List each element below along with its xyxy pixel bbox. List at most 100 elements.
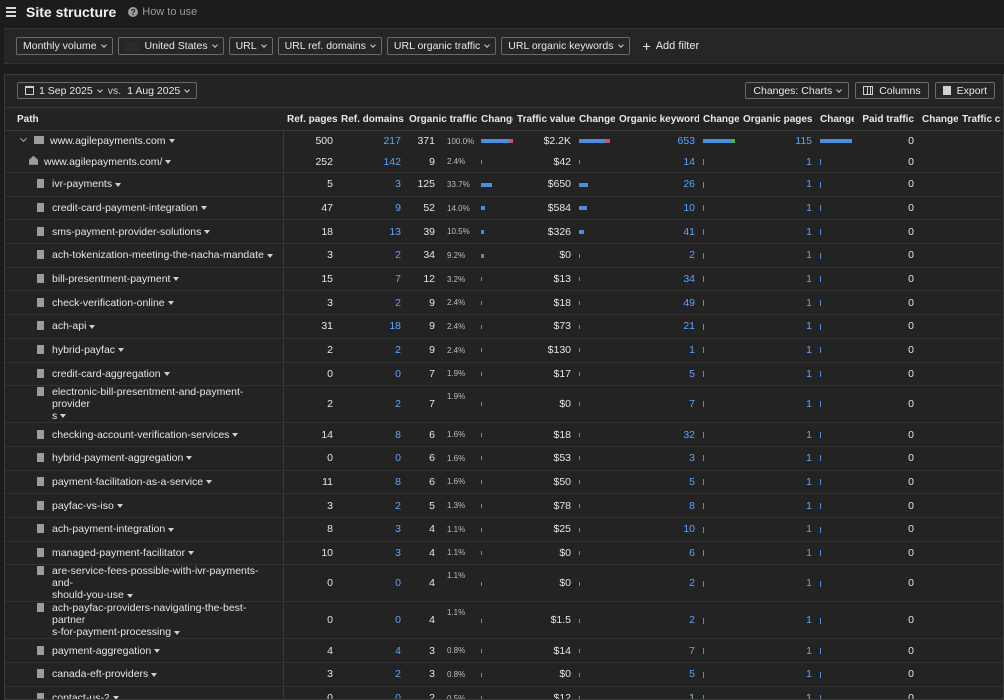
col-organic-keywords[interactable]: Organic keywords (615, 107, 700, 131)
organic-pages-cell[interactable]: 1 (739, 686, 817, 699)
organic-keywords-cell[interactable]: 5 (615, 362, 700, 387)
caret-down-icon[interactable] (118, 348, 125, 353)
organic-pages-cell[interactable]: 1 (739, 446, 817, 471)
ref-domains-cell[interactable]: 0 (337, 601, 405, 640)
organic-keywords-cell[interactable]: 7 (615, 385, 700, 424)
caret-down-icon[interactable] (112, 696, 119, 699)
col-organic-pages[interactable]: Organic pages (739, 107, 817, 131)
caret-down-icon[interactable] (232, 432, 239, 437)
caret-down-icon[interactable] (204, 229, 211, 234)
organic-keywords-cell[interactable]: 32 (615, 422, 700, 447)
caret-down-icon[interactable] (165, 159, 172, 164)
filter-url[interactable]: URL (228, 37, 273, 55)
organic-keywords-cell[interactable]: 5 (615, 470, 700, 495)
caret-down-icon[interactable] (60, 414, 67, 419)
caret-down-icon[interactable] (174, 630, 181, 635)
filter-country[interactable]: United States (117, 37, 224, 55)
caret-down-icon[interactable] (163, 372, 170, 377)
path-link[interactable]: ach-tokenization-meeting-the-nacha-manda… (52, 249, 273, 261)
ref-domains-cell[interactable]: 3 (337, 541, 405, 566)
ref-domains-cell[interactable]: 8 (337, 422, 405, 447)
col-change-paid[interactable]: Change (918, 107, 959, 131)
col-change-pages[interactable]: Change (816, 107, 855, 131)
date-range-button[interactable]: 1 Sep 2025 vs. 1 Aug 2025 (17, 82, 198, 99)
organic-pages-cell[interactable]: 1 (739, 314, 817, 339)
col-path[interactable]: Path (5, 107, 283, 131)
path-link[interactable]: sms-payment-provider-solutions (52, 226, 211, 238)
caret-down-icon[interactable] (154, 648, 161, 653)
caret-down-icon[interactable] (206, 480, 213, 485)
ref-domains-cell[interactable]: 4 (337, 638, 405, 663)
caret-down-icon[interactable] (116, 503, 123, 508)
organic-pages-cell[interactable]: 1 (739, 362, 817, 387)
caret-down-icon[interactable] (266, 253, 273, 258)
filter-monthly-volume[interactable]: Monthly volume (16, 37, 113, 55)
organic-pages-cell[interactable]: 1 (739, 541, 817, 566)
caret-down-icon[interactable] (188, 551, 195, 556)
ref-domains-cell[interactable]: 0 (337, 564, 405, 603)
col-ref-pages[interactable]: Ref. pages (283, 107, 337, 131)
organic-pages-cell[interactable]: 1 (739, 517, 817, 542)
col-paid-traffic[interactable]: Paid traffic (854, 107, 919, 131)
caret-down-icon[interactable] (186, 456, 193, 461)
ref-domains-cell[interactable]: 3 (337, 517, 405, 542)
path-link[interactable]: www.agilepayments.com/ (44, 156, 172, 168)
columns-button[interactable]: Columns (855, 82, 929, 99)
organic-keywords-cell[interactable]: 2 (615, 601, 700, 640)
caret-down-icon[interactable] (167, 301, 174, 305)
organic-keywords-cell[interactable]: 10 (615, 517, 700, 542)
path-link[interactable]: payment-aggregation (52, 645, 161, 657)
ref-domains-cell[interactable]: 0 (337, 446, 405, 471)
caret-down-icon[interactable] (173, 277, 180, 282)
organic-keywords-cell[interactable]: 653 (615, 131, 699, 152)
col-ref-domains[interactable]: Ref. domains (337, 107, 405, 131)
path-link[interactable]: www.agilepayments.com (50, 135, 175, 147)
organic-pages-cell[interactable]: 1 (739, 638, 817, 663)
ref-domains-cell[interactable]: 2 (337, 385, 405, 424)
add-filter-button[interactable]: + Add filter (643, 39, 700, 53)
ref-domains-cell[interactable]: 0 (337, 686, 405, 699)
path-link[interactable]: ach-payment-integration (52, 523, 175, 535)
organic-pages-cell[interactable]: 1 (739, 151, 817, 173)
caret-down-icon[interactable] (126, 593, 133, 598)
path-link[interactable]: are-service-fees-possible-with-ivr-payme… (52, 565, 279, 601)
path-link[interactable]: check-verification-online (52, 297, 174, 309)
ref-domains-cell[interactable]: 13 (337, 219, 405, 245)
col-organic-traffic[interactable]: Organic traffic (405, 107, 478, 131)
col-change-value[interactable]: Change (575, 107, 616, 131)
organic-pages-cell[interactable]: 1 (739, 196, 817, 221)
organic-pages-cell[interactable]: 1 (739, 338, 817, 363)
organic-keywords-cell[interactable]: 41 (615, 219, 700, 245)
col-change-traffic[interactable]: Change (477, 107, 514, 131)
organic-pages-cell[interactable]: 1 (739, 493, 817, 518)
path-link[interactable]: payment-facilitation-as-a-service (52, 476, 213, 488)
path-link[interactable]: ach-payfac-providers-navigating-the-best… (52, 602, 279, 638)
caret-down-icon[interactable] (151, 672, 158, 677)
changes-charts-button[interactable]: Changes: Charts (745, 82, 850, 99)
ref-domains-cell[interactable]: 142 (337, 151, 405, 173)
organic-pages-cell[interactable]: 1 (739, 662, 817, 687)
path-link[interactable]: hybrid-payment-aggregation (52, 452, 193, 464)
organic-keywords-cell[interactable]: 6 (615, 541, 700, 566)
path-link[interactable]: credit-card-aggregation (52, 368, 170, 380)
col-change-keywords[interactable]: Change (699, 107, 740, 131)
ref-domains-cell[interactable]: 7 (337, 267, 405, 292)
organic-keywords-cell[interactable]: 3 (615, 446, 700, 471)
path-link[interactable]: ach-api (52, 320, 96, 332)
ref-domains-cell[interactable]: 0 (337, 362, 405, 387)
organic-pages-cell[interactable]: 115 (739, 131, 816, 152)
organic-pages-cell[interactable]: 1 (739, 243, 817, 268)
caret-down-icon[interactable] (200, 206, 207, 211)
organic-pages-cell[interactable]: 1 (739, 267, 817, 292)
ref-domains-cell[interactable]: 2 (337, 338, 405, 363)
organic-pages-cell[interactable]: 1 (739, 219, 817, 245)
organic-keywords-cell[interactable]: 34 (615, 267, 700, 292)
filter-url-ref-domains[interactable]: URL ref. domains (277, 37, 382, 55)
organic-keywords-cell[interactable]: 14 (615, 151, 700, 173)
collapse-icon[interactable] (19, 135, 28, 143)
path-link[interactable]: hybrid-payfac (52, 344, 125, 356)
col-traffic-cost[interactable]: Traffic c (958, 107, 1003, 131)
organic-keywords-cell[interactable]: 21 (615, 314, 700, 339)
organic-pages-cell[interactable]: 1 (739, 601, 817, 640)
caret-down-icon[interactable] (89, 324, 96, 329)
